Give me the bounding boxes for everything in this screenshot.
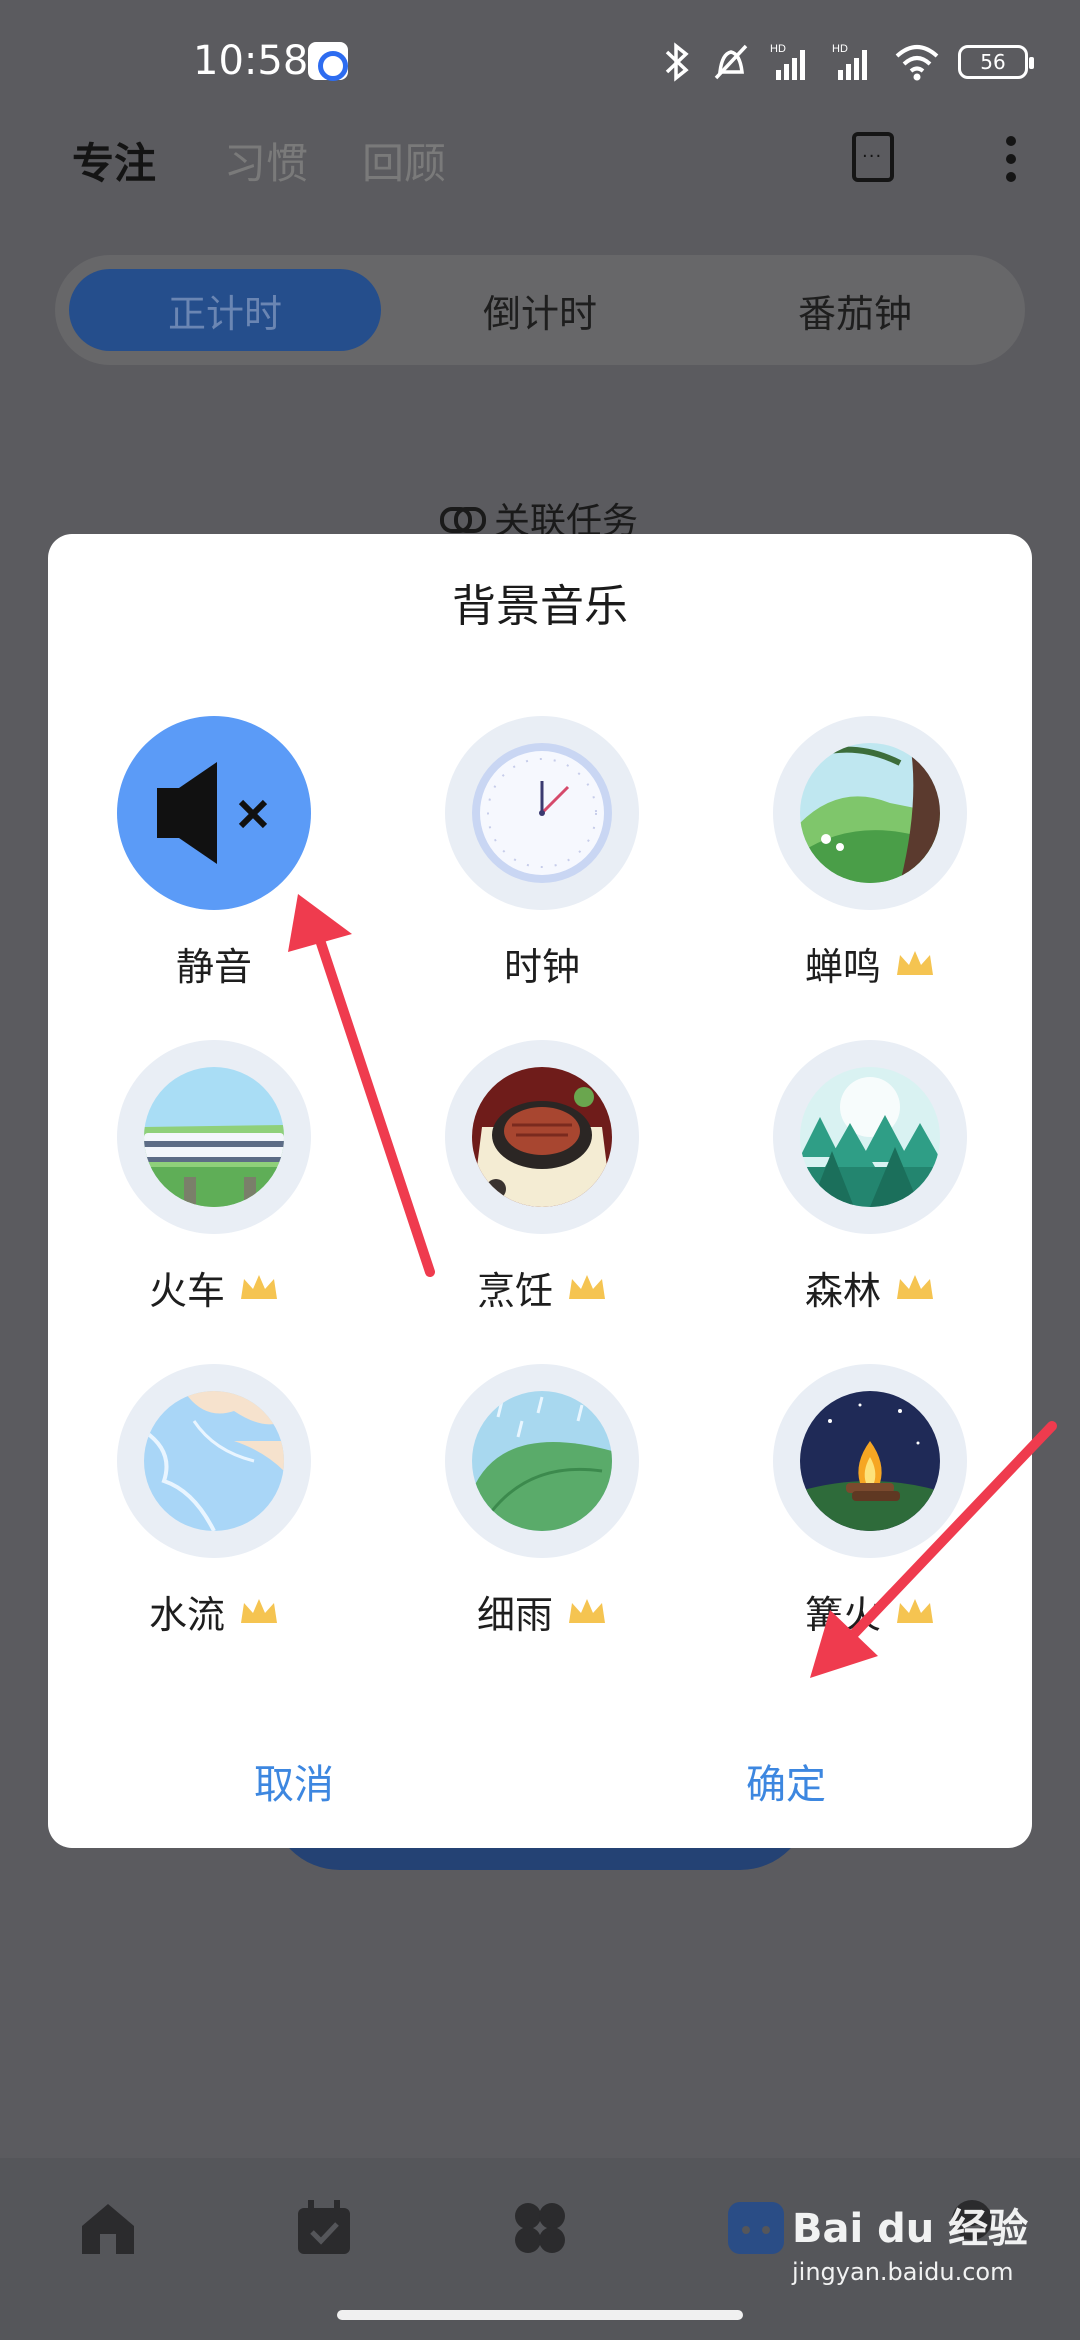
arrow-to-confirm xyxy=(810,1421,1057,1678)
annotation-arrows xyxy=(288,894,1057,1678)
arrow-to-mute xyxy=(288,894,435,1277)
